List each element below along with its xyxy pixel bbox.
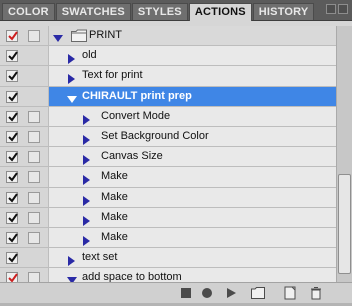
dialog-toggle[interactable] bbox=[28, 110, 40, 123]
action-row[interactable]: Canvas Size bbox=[0, 147, 336, 168]
toggle-checkbox[interactable] bbox=[6, 231, 18, 244]
record-icon[interactable] bbox=[199, 285, 215, 301]
checkmark-icon bbox=[8, 91, 18, 102]
toggle-checkbox[interactable] bbox=[6, 110, 18, 123]
toggle-checkbox[interactable] bbox=[6, 252, 18, 265]
action-row[interactable]: Make bbox=[0, 187, 336, 208]
checkmark-icon bbox=[8, 51, 18, 61]
action-row[interactable]: text set bbox=[0, 248, 336, 269]
new-action-icon[interactable] bbox=[282, 285, 298, 301]
actions-list: PRINT old Text for print CHIRAULT print pre… bbox=[0, 26, 336, 288]
collapse-panel-button[interactable] bbox=[326, 4, 336, 14]
action-step-item[interactable]: Convert Mode bbox=[48, 106, 336, 126]
folder-icon bbox=[71, 29, 87, 42]
row-label: Make bbox=[101, 190, 128, 203]
dialog-toggle[interactable] bbox=[28, 151, 40, 164]
toggle-checkbox[interactable] bbox=[6, 211, 18, 224]
row-label: Make bbox=[101, 210, 128, 223]
action-row[interactable]: CHIRAULT print prep bbox=[0, 86, 336, 107]
action-row[interactable]: PRINT bbox=[0, 26, 336, 47]
checkmark-icon bbox=[8, 152, 18, 162]
row-label: Set Background Color bbox=[101, 129, 209, 142]
row-label: Make bbox=[101, 230, 128, 243]
toggle-checkbox[interactable] bbox=[6, 50, 18, 63]
dialog-toggle[interactable] bbox=[28, 30, 40, 42]
dialog-toggle[interactable] bbox=[28, 171, 40, 184]
stop-icon[interactable] bbox=[178, 285, 194, 301]
dialog-toggle[interactable] bbox=[28, 130, 40, 143]
play-icon[interactable] bbox=[223, 285, 239, 301]
action-row[interactable]: Set Background Color bbox=[0, 126, 336, 148]
action-row[interactable]: old bbox=[0, 46, 336, 67]
row-label: old bbox=[82, 49, 97, 62]
panel-window-controls bbox=[326, 4, 348, 14]
action-row[interactable]: Make bbox=[0, 227, 336, 249]
toggle-checkbox[interactable] bbox=[6, 151, 18, 164]
action-step-item[interactable]: Make bbox=[48, 227, 336, 248]
checkmark-icon bbox=[8, 31, 18, 41]
row-label: Make bbox=[101, 170, 128, 183]
tab-actions[interactable]: ACTIONS bbox=[188, 3, 252, 21]
toggle-checkbox[interactable] bbox=[6, 90, 18, 103]
row-label: Convert Mode bbox=[101, 109, 171, 122]
toggle-checkbox[interactable] bbox=[6, 30, 18, 42]
tab-color[interactable]: COLOR bbox=[2, 3, 55, 20]
checkmark-icon bbox=[8, 132, 18, 142]
checkmark-icon bbox=[8, 213, 18, 223]
action-item[interactable]: text set bbox=[48, 248, 336, 268]
toggle-checkbox[interactable] bbox=[6, 191, 18, 204]
action-row[interactable]: Make bbox=[0, 207, 336, 228]
action-step-item[interactable]: Canvas Size bbox=[48, 147, 336, 167]
toggle-checkbox[interactable] bbox=[6, 130, 18, 143]
action-step-item[interactable]: Set Background Color bbox=[48, 126, 336, 147]
dialog-toggle[interactable] bbox=[28, 211, 40, 224]
toggle-checkbox[interactable] bbox=[6, 70, 18, 83]
tab-history[interactable]: HISTORY bbox=[252, 3, 315, 20]
row-label: Canvas Size bbox=[101, 150, 163, 163]
new-set-icon[interactable] bbox=[250, 285, 266, 301]
delete-icon[interactable] bbox=[308, 285, 324, 301]
action-step-item[interactable]: Make bbox=[48, 207, 336, 227]
checkmark-icon bbox=[8, 233, 18, 243]
checkmark-icon bbox=[8, 253, 18, 263]
row-label: CHIRAULT print prep bbox=[82, 89, 192, 102]
action-row[interactable]: Convert Mode bbox=[0, 106, 336, 127]
action-item[interactable]: Text for print bbox=[48, 66, 336, 86]
scrollbar-thumb[interactable] bbox=[338, 174, 351, 274]
toggle-checkbox[interactable] bbox=[6, 171, 18, 184]
actions-panel: COLOR SWATCHES STYLES ACTIONS HISTORY PR… bbox=[0, 0, 352, 303]
action-set-item[interactable]: PRINT bbox=[48, 26, 336, 46]
dialog-toggle[interactable] bbox=[28, 191, 40, 204]
row-label: text set bbox=[82, 251, 118, 264]
tab-styles[interactable]: STYLES bbox=[131, 3, 188, 20]
panel-tab-bar: COLOR SWATCHES STYLES ACTIONS HISTORY bbox=[0, 0, 352, 21]
action-row[interactable]: Make bbox=[0, 167, 336, 188]
close-panel-button[interactable] bbox=[338, 4, 348, 14]
vertical-scrollbar[interactable] bbox=[336, 26, 352, 288]
action-step-item[interactable]: Make bbox=[48, 167, 336, 187]
tab-list: COLOR SWATCHES STYLES ACTIONS HISTORY bbox=[2, 3, 315, 21]
checkmark-icon bbox=[8, 112, 18, 122]
row-label: Text for print bbox=[82, 69, 143, 82]
actions-toolbar bbox=[0, 282, 352, 303]
action-item[interactable]: old bbox=[48, 46, 336, 66]
action-row[interactable]: Text for print bbox=[0, 66, 336, 87]
action-item[interactable]: CHIRAULT print prep bbox=[48, 86, 336, 106]
action-step-item[interactable]: Make bbox=[48, 187, 336, 207]
checkmark-icon bbox=[8, 172, 18, 182]
dialog-toggle[interactable] bbox=[28, 231, 40, 244]
tab-swatches[interactable]: SWATCHES bbox=[55, 3, 131, 20]
row-label: PRINT bbox=[89, 29, 122, 41]
checkmark-icon bbox=[8, 192, 18, 203]
checkmark-icon bbox=[8, 71, 18, 81]
